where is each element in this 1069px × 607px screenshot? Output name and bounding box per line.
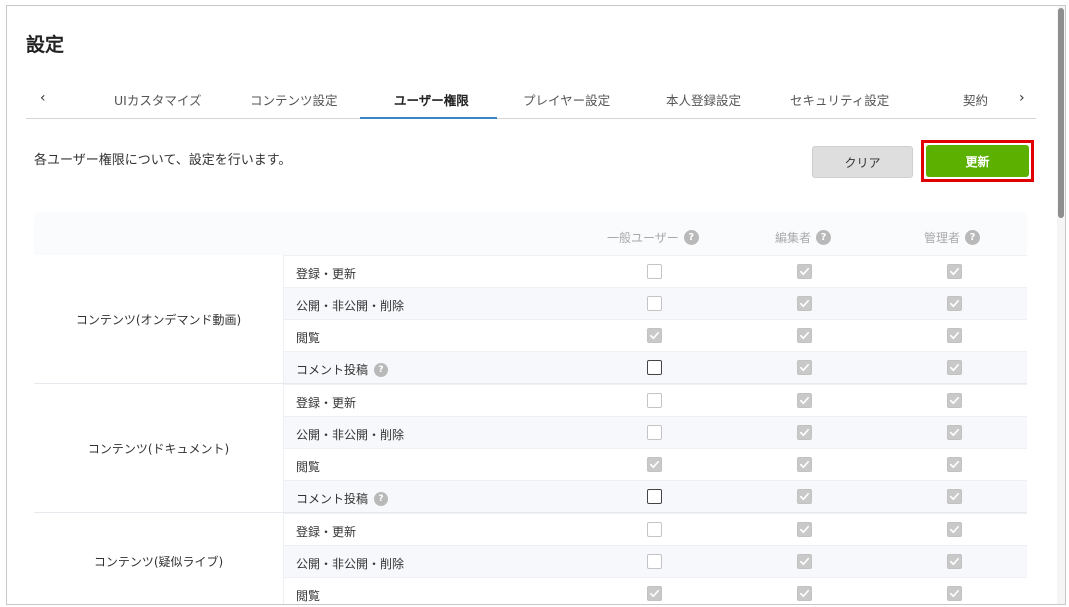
permission-checkbox[interactable] xyxy=(947,522,962,537)
column-header-general-user: 一般ユーザー ? xyxy=(607,229,699,246)
group-label: コンテンツ(ドキュメント) xyxy=(34,384,284,512)
permission-label-text: 公開・非公開・削除 xyxy=(296,428,405,442)
tab-user-permissions[interactable]: ユーザー権限 xyxy=(394,90,469,109)
permission-checkbox[interactable] xyxy=(647,393,662,408)
permission-checkbox[interactable] xyxy=(947,393,962,408)
permission-label: 公開・非公開・削除 xyxy=(296,555,404,572)
permission-label: コメント投稿? xyxy=(296,490,389,507)
permission-checkbox[interactable] xyxy=(647,264,662,279)
table-row: コメント投稿? xyxy=(284,351,1027,383)
column-header-admin: 管理者 ? xyxy=(924,229,981,246)
permission-checkbox[interactable] xyxy=(797,457,812,472)
permission-group: コンテンツ(ドキュメント) 登録・更新公開・非公開・削除 閲覧コメント投稿? xyxy=(34,384,1027,512)
permission-label: 閲覧 xyxy=(296,587,320,604)
permission-group: コンテンツ(疑似ライブ) 登録・更新公開・非公開・削除 閲覧 xyxy=(34,513,1027,604)
permission-checkbox[interactable] xyxy=(797,489,812,504)
permission-label-text: 登録・更新 xyxy=(296,267,357,281)
settings-tabs: ‹ UIカスタマイズ コンテンツ設定 ユーザー権限 プレイヤー設定 本人登録設定… xyxy=(26,84,1036,119)
permission-label: コメント投稿? xyxy=(296,361,389,378)
permission-label-text: 登録・更新 xyxy=(296,396,357,410)
permission-label-text: 公開・非公開・削除 xyxy=(296,299,405,313)
permission-checkbox[interactable] xyxy=(797,425,812,440)
permission-label-text: コメント投稿 xyxy=(296,492,369,506)
permission-label: 公開・非公開・削除 xyxy=(296,297,404,314)
permission-label: 公開・非公開・削除 xyxy=(296,426,404,443)
tab-security-settings[interactable]: セキュリティ設定 xyxy=(790,90,889,109)
group-label: コンテンツ(疑似ライブ) xyxy=(34,513,284,604)
table-row: 閲覧 xyxy=(284,319,1027,351)
page-title: 設定 xyxy=(26,34,65,56)
permission-checkbox[interactable] xyxy=(647,296,662,311)
permission-checkbox[interactable] xyxy=(947,425,962,440)
table-row: 登録・更新 xyxy=(284,513,1027,545)
permission-checkbox[interactable] xyxy=(797,393,812,408)
permissions-table: 一般ユーザー ? 編集者 ? 管理者 ? コンテンツ(オンデマンド動画) 登録・更… xyxy=(34,212,1027,604)
scrollbar[interactable] xyxy=(1057,6,1065,604)
clear-button[interactable]: クリア xyxy=(812,146,913,178)
active-tab-indicator xyxy=(360,117,497,119)
scrollbar-thumb[interactable] xyxy=(1058,8,1064,218)
permission-label-text: コメント投稿 xyxy=(296,363,369,377)
permission-checkbox[interactable] xyxy=(947,457,962,472)
help-icon[interactable]: ? xyxy=(816,230,832,245)
permission-checkbox[interactable] xyxy=(947,296,962,311)
permission-checkbox[interactable] xyxy=(647,586,662,601)
permission-label-text: 閲覧 xyxy=(296,589,321,603)
tab-prev-arrow-icon[interactable]: ‹ xyxy=(40,90,46,106)
permission-checkbox[interactable] xyxy=(947,264,962,279)
table-row: 閲覧 xyxy=(284,577,1027,604)
group-label: コンテンツ(オンデマンド動画) xyxy=(34,255,284,383)
help-icon[interactable]: ? xyxy=(965,230,981,245)
settings-window: 設定 ‹ UIカスタマイズ コンテンツ設定 ユーザー権限 プレイヤー設定 本人登… xyxy=(6,5,1066,605)
permission-checkbox[interactable] xyxy=(647,554,662,569)
permission-label: 閲覧 xyxy=(296,329,320,346)
update-button[interactable]: 更新 xyxy=(926,145,1029,177)
permission-checkbox[interactable] xyxy=(797,360,812,375)
permission-checkbox[interactable] xyxy=(647,328,662,343)
table-row: 登録・更新 xyxy=(284,384,1027,416)
table-row: 公開・非公開・削除 xyxy=(284,416,1027,448)
permission-label: 登録・更新 xyxy=(296,394,356,411)
permission-label-text: 公開・非公開・削除 xyxy=(296,557,405,571)
permission-checkbox[interactable] xyxy=(647,360,662,375)
permission-checkbox[interactable] xyxy=(797,522,812,537)
permission-group: コンテンツ(オンデマンド動画) 登録・更新公開・非公開・削除 閲覧コメント投稿? xyxy=(34,255,1027,383)
tab-content-settings[interactable]: コンテンツ設定 xyxy=(250,90,338,109)
permission-checkbox[interactable] xyxy=(647,522,662,537)
permission-label: 登録・更新 xyxy=(296,523,356,540)
table-row: コメント投稿? xyxy=(284,480,1027,512)
permission-checkbox[interactable] xyxy=(797,554,812,569)
permission-checkbox[interactable] xyxy=(947,554,962,569)
help-icon[interactable]: ? xyxy=(374,491,389,506)
permission-checkbox[interactable] xyxy=(947,328,962,343)
permission-checkbox[interactable] xyxy=(947,489,962,504)
help-icon[interactable]: ? xyxy=(683,230,699,245)
permission-checkbox[interactable] xyxy=(797,264,812,279)
permission-checkbox[interactable] xyxy=(647,489,662,504)
permission-checkbox[interactable] xyxy=(947,360,962,375)
page-description: 各ユーザー権限について、設定を行います。 xyxy=(34,153,292,168)
tab-contract[interactable]: 契約 xyxy=(963,90,988,109)
tab-identity-registration[interactable]: 本人登録設定 xyxy=(666,90,741,109)
permission-checkbox[interactable] xyxy=(797,328,812,343)
tab-player-settings[interactable]: プレイヤー設定 xyxy=(523,90,610,109)
permission-checkbox[interactable] xyxy=(797,586,812,601)
table-row: 公開・非公開・削除 xyxy=(284,545,1027,577)
tab-ui-customize[interactable]: UIカスタマイズ xyxy=(114,90,201,109)
permission-label: 登録・更新 xyxy=(296,265,356,282)
permission-label-text: 閲覧 xyxy=(296,331,321,345)
table-row: 登録・更新 xyxy=(284,255,1027,287)
permission-label: 閲覧 xyxy=(296,458,320,475)
permission-checkbox[interactable] xyxy=(647,425,662,440)
column-header-editor: 編集者 ? xyxy=(775,229,832,246)
tab-next-arrow-icon[interactable]: › xyxy=(1019,90,1025,106)
table-row: 閲覧 xyxy=(284,448,1027,480)
table-row: 公開・非公開・削除 xyxy=(284,287,1027,319)
permission-label-text: 閲覧 xyxy=(296,460,321,474)
permission-checkbox[interactable] xyxy=(647,457,662,472)
permission-label-text: 登録・更新 xyxy=(296,525,357,539)
permission-checkbox[interactable] xyxy=(797,296,812,311)
help-icon[interactable]: ? xyxy=(374,362,389,377)
permission-checkbox[interactable] xyxy=(947,586,962,601)
